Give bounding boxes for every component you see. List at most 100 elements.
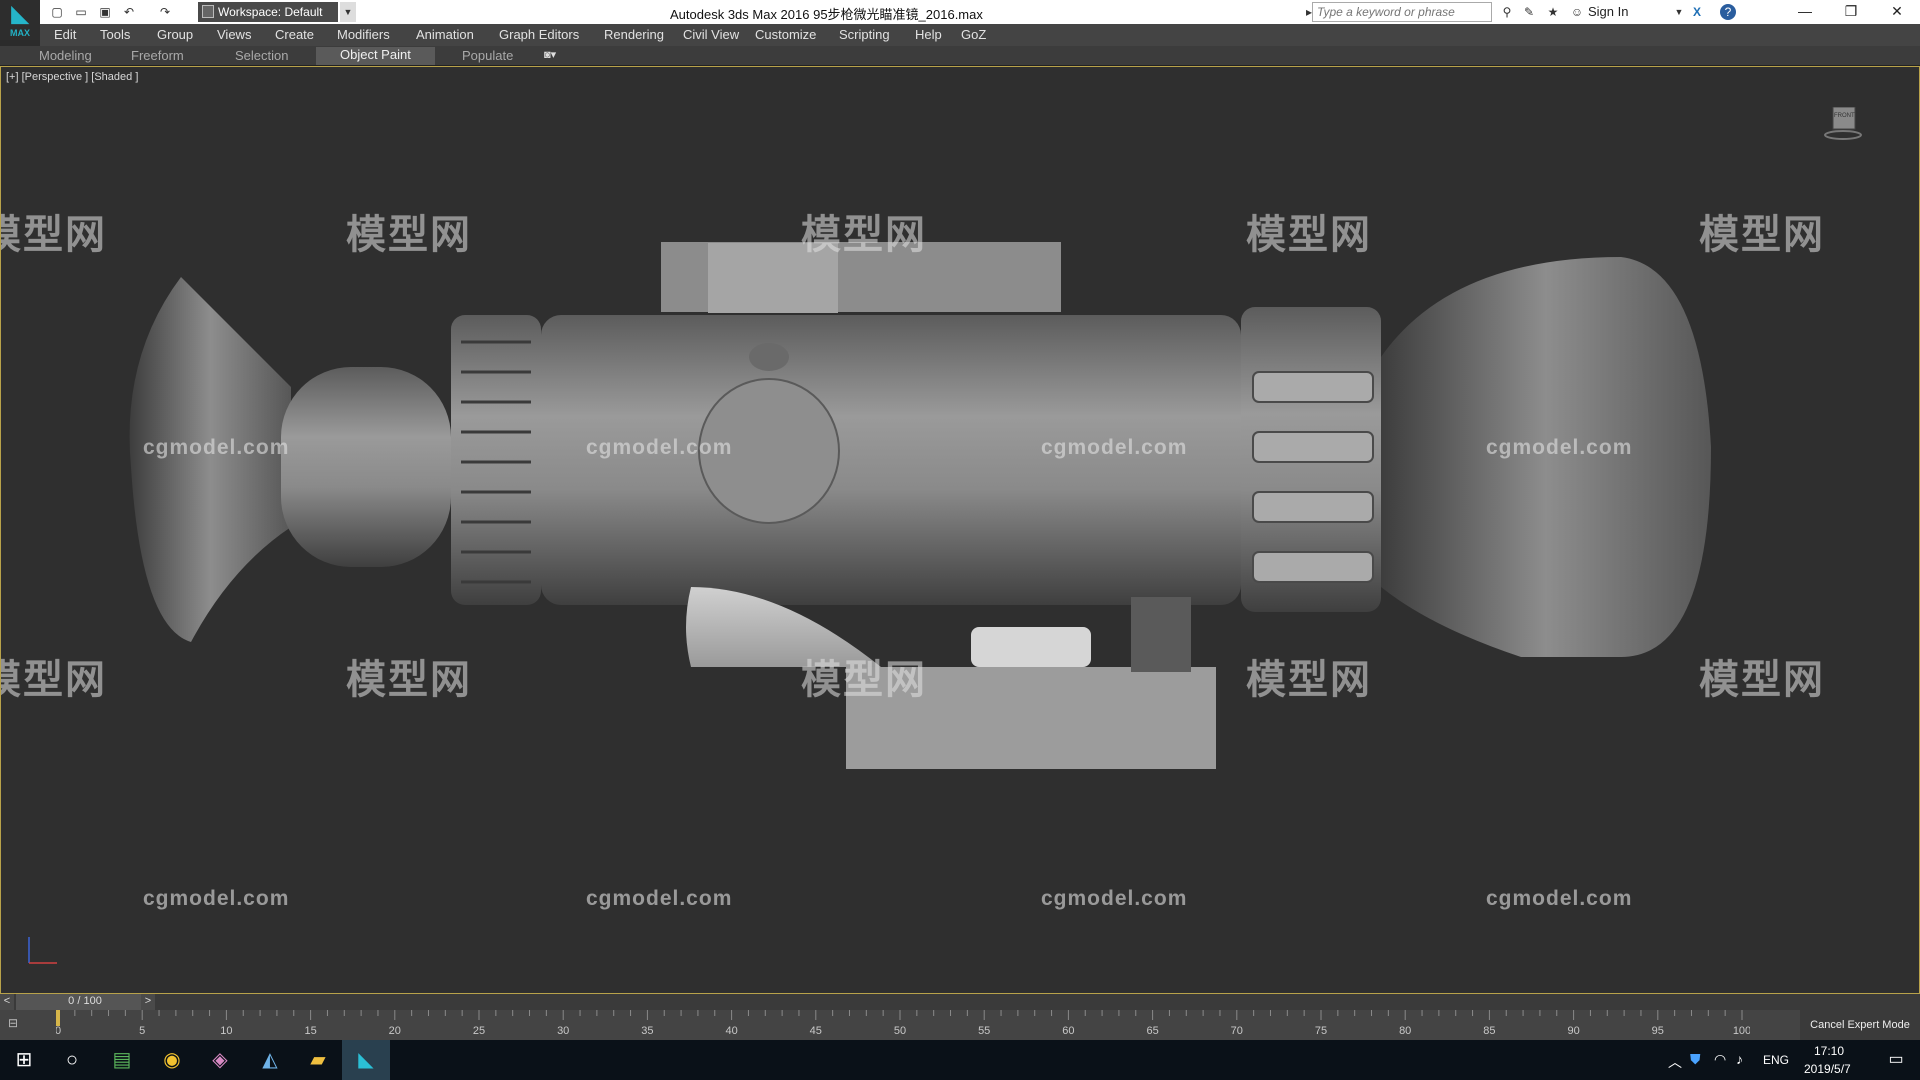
restore-button[interactable]: ❐: [1828, 0, 1874, 24]
favorites-star-icon[interactable]: ★: [1544, 3, 1562, 21]
track-bar[interactable]: ⊟ 0 5 10 15 20 25 30 35 40 45 50 55 60 65 70 75 80 85 90 95…: [0, 1010, 1920, 1040]
app-logo-text: MAX: [10, 28, 30, 38]
prev-frame-icon[interactable]: <: [0, 994, 14, 1010]
undo-icon[interactable]: ↶: [120, 3, 138, 21]
frame-tick-label: 0: [56, 1025, 61, 1037]
frame-tick-label: 40: [725, 1025, 737, 1037]
menu-animation[interactable]: Animation: [416, 27, 474, 42]
sign-in-link[interactable]: Sign In: [1588, 4, 1628, 19]
frame-tick-label: 75: [1315, 1025, 1327, 1037]
frame-tick-label: 30: [557, 1025, 569, 1037]
exchange-apps-icon[interactable]: X: [1688, 3, 1706, 21]
ribbon-tabs: Modeling Freeform Selection Object Paint…: [0, 46, 1920, 66]
watermark-logo: 模型网: [1, 658, 107, 702]
open-file-icon[interactable]: ▭: [72, 3, 90, 21]
frame-tick-label: 10: [220, 1025, 232, 1037]
volume-icon[interactable]: ♪: [1736, 1051, 1743, 1067]
mini-curve-editor-icon[interactable]: ⊟: [8, 1016, 32, 1034]
file-explorer-icon[interactable]: ▰: [294, 1040, 342, 1080]
watermark-url: cgmodel.com: [143, 887, 290, 910]
cancel-expert-mode-button[interactable]: Cancel Expert Mode: [1800, 1010, 1920, 1040]
viewcube[interactable]: FRONT: [1823, 106, 1863, 147]
menu-goz[interactable]: GoZ: [961, 27, 986, 42]
network-icon[interactable]: ◠: [1714, 1051, 1726, 1068]
frame-tick-label: 15: [304, 1025, 316, 1037]
tab-object-paint[interactable]: Object Paint: [316, 47, 435, 65]
notes-app-icon[interactable]: ▤: [98, 1040, 146, 1080]
search-input[interactable]: [1312, 2, 1492, 22]
close-button[interactable]: ✕: [1874, 0, 1920, 24]
time-slider-thumb[interactable]: 0 / 100: [16, 994, 154, 1010]
workspace-label: Workspace: Default: [218, 5, 323, 19]
tab-modeling[interactable]: Modeling: [39, 48, 92, 63]
tab-populate[interactable]: Populate: [462, 48, 513, 63]
photoshop-icon[interactable]: ◈: [196, 1040, 244, 1080]
watermark-url: cgmodel.com: [1486, 436, 1633, 459]
watermark-url: cgmodel.com: [586, 436, 733, 459]
watermark-url: cgmodel.com: [143, 436, 290, 459]
user-icon[interactable]: ☺: [1568, 3, 1586, 21]
windows-start-icon[interactable]: ⊞: [0, 1040, 48, 1080]
new-file-icon[interactable]: ▢: [48, 3, 66, 21]
app-logo-button[interactable]: ◣ MAX: [0, 0, 40, 40]
frame-tick-label: 80: [1399, 1025, 1411, 1037]
time-slider[interactable]: < 0 / 100 >: [0, 994, 1920, 1010]
3dsmax-taskbar-icon[interactable]: ◣: [342, 1040, 390, 1080]
tab-selection[interactable]: Selection: [235, 48, 288, 63]
watermark-logo: 模型网: [1699, 658, 1825, 702]
menu-rendering[interactable]: Rendering: [604, 27, 664, 42]
redo-icon[interactable]: ↷: [156, 3, 174, 21]
watermark-logo: 模型网: [801, 213, 927, 257]
frame-tick-label: 100: [1733, 1025, 1750, 1037]
3dsmax-logo-icon: ◣: [11, 1, 29, 26]
watermark-logo: 模型网: [346, 658, 472, 702]
signin-chevron-icon[interactable]: ▼: [1670, 3, 1688, 21]
scope-model[interactable]: [1, 67, 1920, 994]
watermark-url: cgmodel.com: [1041, 436, 1188, 459]
watermark-logo: 模型网: [1699, 213, 1825, 257]
menu-modifiers[interactable]: Modifiers: [337, 27, 390, 42]
menu-views[interactable]: Views: [217, 27, 251, 42]
cortana-search-icon[interactable]: ○: [48, 1040, 96, 1080]
minimize-button[interactable]: —: [1782, 0, 1828, 24]
menu-scripting[interactable]: Scripting: [839, 27, 890, 42]
menu-edit[interactable]: Edit: [54, 27, 76, 42]
watermark-logo: 模型网: [801, 658, 927, 702]
pinned-app-icon[interactable]: ◭: [246, 1040, 294, 1080]
axis-tripod-icon: [28, 937, 57, 964]
menu-create[interactable]: Create: [275, 27, 314, 42]
current-frame-marker[interactable]: [56, 1010, 60, 1026]
menu-help[interactable]: Help: [915, 27, 942, 42]
language-indicator[interactable]: ENG: [1763, 1053, 1789, 1067]
communication-center-icon[interactable]: ✎: [1520, 3, 1538, 21]
menu-group[interactable]: Group: [157, 27, 193, 42]
tab-freeform[interactable]: Freeform: [131, 48, 184, 63]
viewcube-face-label: FRONT: [1834, 113, 1855, 119]
chrome-icon[interactable]: ◉: [148, 1040, 196, 1080]
watermark-logo: 模型网: [1246, 658, 1372, 702]
menu-customize[interactable]: Customize: [755, 27, 816, 42]
workspace-dropdown[interactable]: Workspace: Default ▼: [198, 2, 356, 22]
frame-tick-label: 50: [894, 1025, 906, 1037]
frame-tick-label: 90: [1567, 1025, 1579, 1037]
menu-tools[interactable]: Tools: [100, 27, 130, 42]
menu-civil-view[interactable]: Civil View: [683, 27, 739, 42]
action-center-icon[interactable]: ▭: [1872, 1040, 1920, 1080]
menu-bar: Edit Tools Group Views Create Modifiers …: [40, 24, 1920, 46]
watermark-logo: 模型网: [1246, 213, 1372, 257]
chevron-down-icon[interactable]: ▼: [340, 2, 356, 22]
next-frame-icon[interactable]: >: [141, 994, 155, 1010]
watermark-url: cgmodel.com: [586, 887, 733, 910]
tray-show-hidden-icon[interactable]: ︿: [1668, 1052, 1682, 1072]
save-icon[interactable]: ▣: [96, 3, 114, 21]
binoculars-icon[interactable]: ⚲: [1498, 3, 1516, 21]
security-shield-icon[interactable]: ⛊: [1690, 1051, 1701, 1068]
clock-time[interactable]: 17:10: [1814, 1044, 1844, 1058]
clock-date[interactable]: 2019/5/7: [1804, 1062, 1851, 1076]
frame-tick-label: 95: [1652, 1025, 1664, 1037]
frame-tick-label: 65: [1146, 1025, 1158, 1037]
help-icon[interactable]: ?: [1720, 4, 1736, 20]
menu-graph-editors[interactable]: Graph Editors: [499, 27, 579, 42]
ribbon-options-icon[interactable]: ◙▾: [544, 48, 556, 61]
perspective-viewport[interactable]: [+] [Perspective ] [Shaded ] 型网 模型网 模型网 …: [0, 66, 1920, 994]
